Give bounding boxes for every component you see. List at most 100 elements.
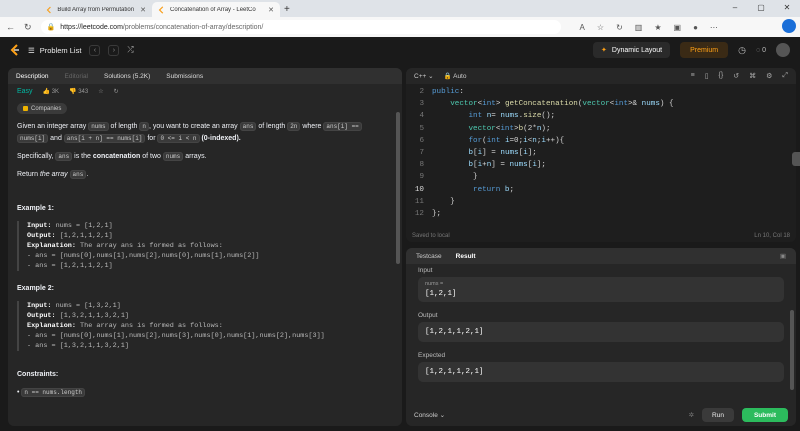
cursor-position: Ln 10, Col 18 [754,233,790,239]
expected-label: Expected [418,352,446,359]
input-var: nums = [425,281,444,287]
favorites-icon[interactable]: ★ [654,23,661,32]
profile-icon[interactable]: ● [693,23,698,32]
reset-icon[interactable]: ↺ [733,72,739,80]
url-field[interactable]: 🔒 https://leetcode.com/problems/concaten… [40,20,561,34]
refresh-extension-icon[interactable]: ↻ [616,23,623,32]
refresh-icon[interactable]: ↻ [24,22,32,33]
bookmark-icon[interactable]: ▯ [705,72,709,80]
code-area[interactable]: 2 public: 3 vector<int> getConcatenation(… [406,86,796,220]
leetcode-navbar: ☰ Problem List ‹ › ⤮ ✦ Dynamic Layout Pr… [0,37,800,63]
example-input: nums = [1,2,1] [55,222,113,230]
star-icon[interactable]: ☆ [98,86,103,98]
next-problem-icon[interactable]: › [108,44,120,56]
close-tab-icon[interactable]: ✕ [140,6,146,14]
inline-code: nums[i] [17,134,49,143]
more-icon[interactable]: ⋯ [710,23,718,32]
close-window-icon[interactable]: ✕ [774,0,800,15]
minimize-icon[interactable]: – [722,0,748,15]
code-line: 7 b[i] = nums[i]; [419,149,537,158]
example-output: [1,3,2,1,1,3,2,1] [59,312,129,320]
text: Given an integer array [17,123,89,130]
close-tab-icon[interactable]: ✕ [268,6,274,14]
output-box: [1,2,1,1,2,1] [418,322,784,342]
fullscreen-icon[interactable]: ⤢ [782,72,788,80]
tab-testcase[interactable]: Testcase [416,253,442,260]
dynamic-layout-label: Dynamic Layout [611,46,663,54]
tab-submissions[interactable]: Submissions [166,73,203,80]
prev-problem-icon[interactable]: ‹ [89,44,101,56]
tab-solutions[interactable]: Solutions (5.2K) [104,73,150,80]
code-line: 11 } [414,197,455,206]
share-icon[interactable]: ↻ [114,86,119,98]
premium-button[interactable]: Premium [680,42,729,58]
problem-statement-3: Return the array ans. [17,170,89,179]
dislike-button[interactable]: 👎 343 [69,86,88,98]
new-tab-icon[interactable]: + [284,4,290,17]
auto-mode[interactable]: 🔒 Auto [444,72,467,80]
leetcode-favicon-icon [46,6,51,13]
browser-tab[interactable]: Build Array from Permutation - L ✕ [40,2,152,17]
text: Return [17,171,40,178]
leetcode-logo-icon[interactable] [10,44,20,56]
premium-label: Premium [690,46,719,54]
back-icon[interactable]: ← [6,22,15,32]
maximize-icon[interactable]: ▢ [748,0,774,15]
text: of length [256,123,288,130]
timer-icon[interactable]: ◷ [738,45,746,56]
label: Output: [27,312,56,320]
text: concatenation [92,153,141,160]
dynamic-layout-button[interactable]: ✦ Dynamic Layout [593,42,671,58]
problem-list-link[interactable]: ☰ Problem List [28,46,81,55]
address-bar: ← ↻ 🔒 https://leetcode.com/problems/conc… [0,17,800,37]
label: Input: [27,302,52,310]
shortcut-icon[interactable]: ⌘ [749,72,756,80]
code-line: 6 for(int i=0;i<n;i++){ [419,136,565,145]
streak-counter[interactable]: ◌ 0 [756,47,766,54]
code-line: 5 vector<int>b(2*n); [419,124,551,133]
braces-icon[interactable]: {} [719,72,724,80]
side-panel-handle[interactable] [792,152,800,166]
browser-tab-bar: Build Array from Permutation - L ✕ Conca… [0,0,800,17]
debug-icon[interactable]: ✲ [689,411,694,419]
text: of length [108,123,140,130]
editor-icons: ≡ ▯ {} ↺ ⌘ ⚙ ⤢ [691,72,788,80]
collections-icon[interactable]: ▣ [674,23,682,32]
browser-tab-active[interactable]: Concatenation of Array - LeetCo ✕ [152,2,280,17]
difficulty-badge: Easy [17,88,33,95]
description-scrollbar[interactable] [396,112,400,264]
avatar[interactable] [776,43,790,57]
language-select[interactable]: C++ ⌄ [414,72,434,80]
read-aloud-icon[interactable]: A [580,23,585,32]
expected-value: [1,2,1,1,2,1] [425,368,484,376]
bing-icon[interactable] [782,19,796,33]
expand-icon[interactable]: ▣ [780,252,786,260]
inline-code: nums [88,122,109,131]
result-tabs: Testcase Result ▣ [406,248,796,264]
split-screen-icon[interactable]: ▥ [635,23,643,32]
notes-icon[interactable]: ≡ [691,72,695,80]
favorite-star-icon[interactable]: ☆ [597,23,604,32]
result-scrollbar[interactable] [790,310,794,390]
text: where [300,123,324,130]
language-label: C++ [414,73,427,80]
tab-title: Concatenation of Array - LeetCo [170,6,256,13]
run-button[interactable]: Run [702,408,734,422]
submit-button[interactable]: Submit [741,408,788,422]
companies-label: Companies [31,105,62,112]
settings-icon[interactable]: ⚙ [766,72,772,80]
problem-statement-2: Specifically, ans is the concatenation o… [17,151,393,163]
like-button[interactable]: 👍 3K [43,86,59,98]
tab-description[interactable]: Description [16,73,49,80]
example-input: nums = [1,3,2,1] [55,302,121,310]
shuffle-icon[interactable]: ⤮ [127,45,133,55]
tab-editorial[interactable]: Editorial [65,73,88,80]
submit-label: Submit [753,411,776,419]
editor-toolbar: C++ ⌄ 🔒 Auto ≡ ▯ {} ↺ ⌘ ⚙ ⤢ [406,68,796,84]
tab-result[interactable]: Result [456,253,476,260]
inline-code: ans [55,152,73,161]
like-count: 3K [51,89,60,95]
console-toggle[interactable]: Console ⌄ [414,411,445,419]
companies-chip[interactable]: Companies [17,103,68,114]
label: Explanation: [27,242,76,250]
